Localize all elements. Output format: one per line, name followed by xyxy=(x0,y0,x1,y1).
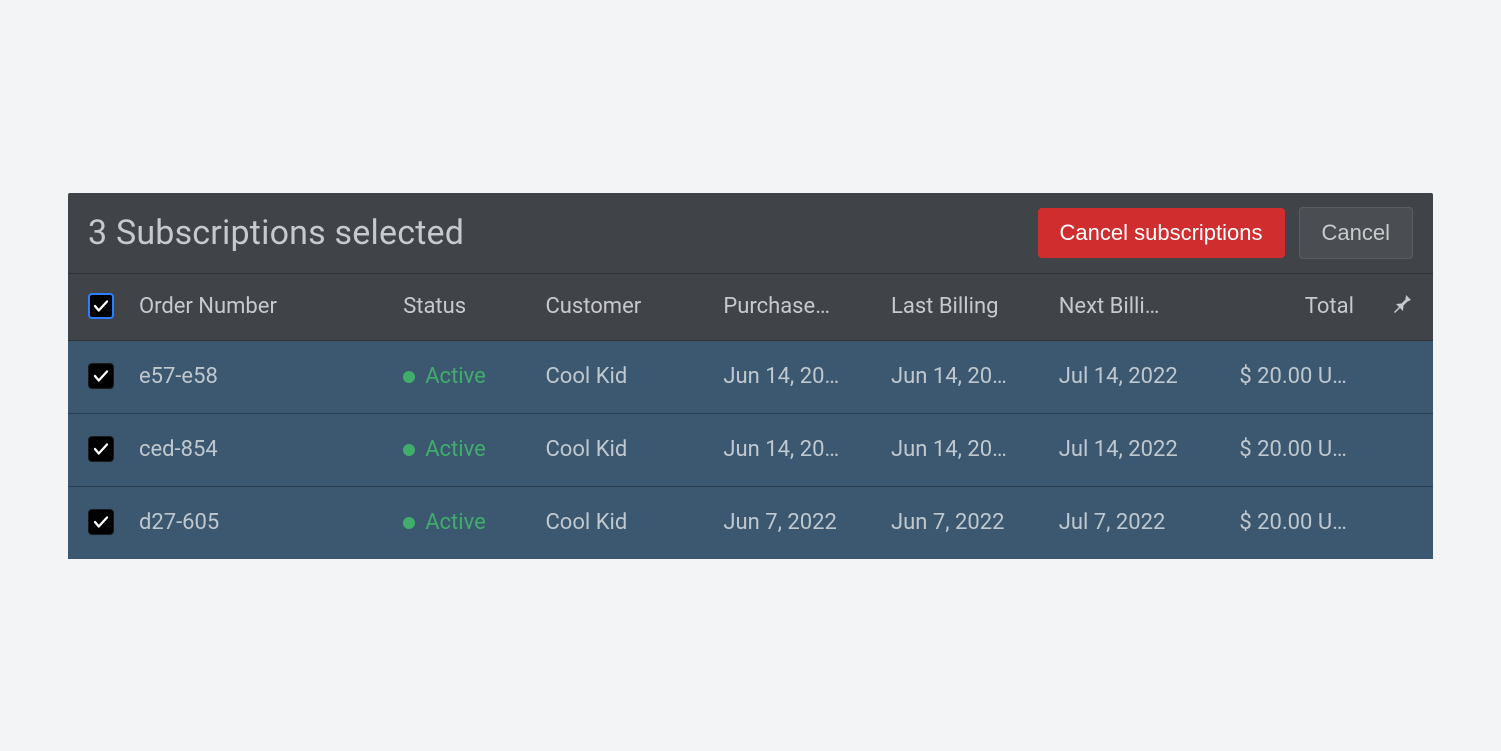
column-customer[interactable]: Customer xyxy=(533,273,711,340)
column-order-number[interactable]: Order Number xyxy=(127,273,391,340)
cell-status: Active xyxy=(391,486,533,559)
cell-last-billing: Jun 14, 20… xyxy=(879,413,1047,486)
status-label: Active xyxy=(425,510,486,535)
check-icon xyxy=(92,297,110,315)
cell-order-number: e57-e58 xyxy=(127,340,391,413)
page-title: 3 Subscriptions selected xyxy=(88,213,464,253)
cell-order-number: ced-854 xyxy=(127,413,391,486)
status-label: Active xyxy=(425,437,486,462)
cancel-button[interactable]: Cancel xyxy=(1299,207,1413,259)
status-dot-icon xyxy=(403,444,415,456)
cell-purchase: Jun 14, 20… xyxy=(711,413,879,486)
cell-next-billing: Jul 14, 2022 xyxy=(1047,340,1210,413)
check-icon xyxy=(92,367,110,385)
row-checkbox[interactable] xyxy=(88,436,114,462)
column-purchase[interactable]: Purchase… xyxy=(711,273,879,340)
cell-customer: Cool Kid xyxy=(533,413,711,486)
pin-icon xyxy=(1390,292,1414,316)
cell-status: Active xyxy=(391,413,533,486)
table-row[interactable]: e57-e58 Active Cool Kid Jun 14, 20… Jun … xyxy=(68,340,1433,413)
column-total[interactable]: Total xyxy=(1209,273,1372,340)
check-icon xyxy=(92,440,110,458)
row-checkbox[interactable] xyxy=(88,509,114,535)
row-checkbox[interactable] xyxy=(88,363,114,389)
cell-customer: Cool Kid xyxy=(533,340,711,413)
cell-total: $ 20.00 U… xyxy=(1209,413,1372,486)
subscriptions-panel: 3 Subscriptions selected Cancel subscrip… xyxy=(68,193,1433,559)
subscriptions-table: Order Number Status Customer Purchase… L… xyxy=(68,273,1433,559)
column-last-billing[interactable]: Last Billing xyxy=(879,273,1047,340)
cell-total: $ 20.00 U… xyxy=(1209,340,1372,413)
cell-purchase: Jun 7, 2022 xyxy=(711,486,879,559)
column-next-billing[interactable]: Next Billi… xyxy=(1047,273,1210,340)
status-dot-icon xyxy=(403,371,415,383)
status-dot-icon xyxy=(403,517,415,529)
status-label: Active xyxy=(425,364,486,389)
cell-status: Active xyxy=(391,340,533,413)
table-header-row: Order Number Status Customer Purchase… L… xyxy=(68,273,1433,340)
cell-next-billing: Jul 14, 2022 xyxy=(1047,413,1210,486)
cell-customer: Cool Kid xyxy=(533,486,711,559)
check-icon xyxy=(92,513,110,531)
select-all-checkbox[interactable] xyxy=(88,293,114,319)
table-row[interactable]: d27-605 Active Cool Kid Jun 7, 2022 Jun … xyxy=(68,486,1433,559)
cancel-subscriptions-button[interactable]: Cancel subscriptions xyxy=(1038,208,1285,258)
cell-total: $ 20.00 U… xyxy=(1209,486,1372,559)
cell-order-number: d27-605 xyxy=(127,486,391,559)
column-status[interactable]: Status xyxy=(391,273,533,340)
panel-header: 3 Subscriptions selected Cancel subscrip… xyxy=(68,193,1433,273)
table-row[interactable]: ced-854 Active Cool Kid Jun 14, 20… Jun … xyxy=(68,413,1433,486)
cell-last-billing: Jun 14, 20… xyxy=(879,340,1047,413)
cell-next-billing: Jul 7, 2022 xyxy=(1047,486,1210,559)
cell-last-billing: Jun 7, 2022 xyxy=(879,486,1047,559)
cell-purchase: Jun 14, 20… xyxy=(711,340,879,413)
column-pin[interactable] xyxy=(1372,273,1433,340)
panel-actions: Cancel subscriptions Cancel xyxy=(1038,207,1413,259)
